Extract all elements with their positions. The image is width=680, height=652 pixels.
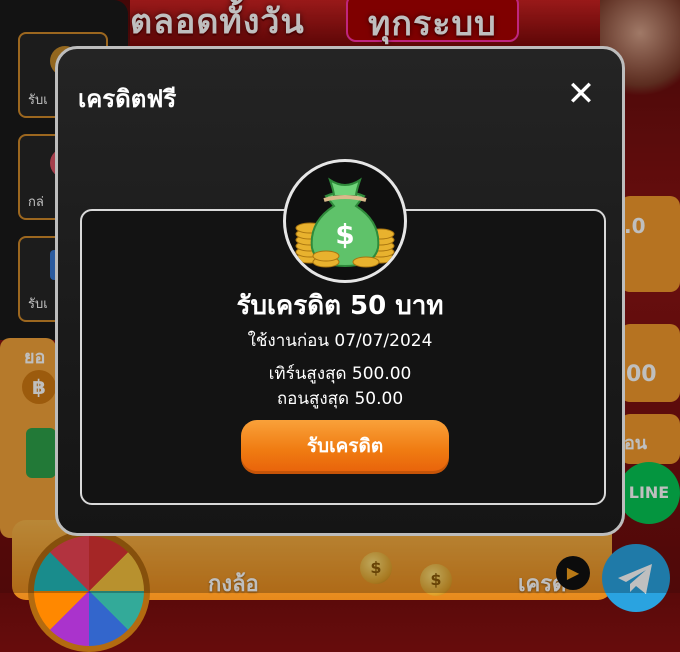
svg-text:$: $ xyxy=(335,218,354,251)
credit-amount-title: รับเครดิต 50 บาท xyxy=(236,291,444,321)
modal-title: เครดิตฟรี xyxy=(78,85,177,113)
expiry-date: ใช้งานก่อน 07/07/2024 xyxy=(247,331,433,351)
withdraw-limit: ถอนสูงสุด 50.00 xyxy=(276,389,404,409)
turnover-limit: เทิร์นสูงสุด 500.00 xyxy=(268,364,412,384)
money-bag-icon: $ xyxy=(283,159,407,283)
claim-credit-button[interactable]: รับเครดิต xyxy=(241,420,449,474)
close-icon[interactable]: ✕ xyxy=(566,77,596,111)
free-credit-modal: เครดิตฟรี ✕ $ รับเครดิต 50 บาท ใช้งานก่อ… xyxy=(55,46,625,536)
